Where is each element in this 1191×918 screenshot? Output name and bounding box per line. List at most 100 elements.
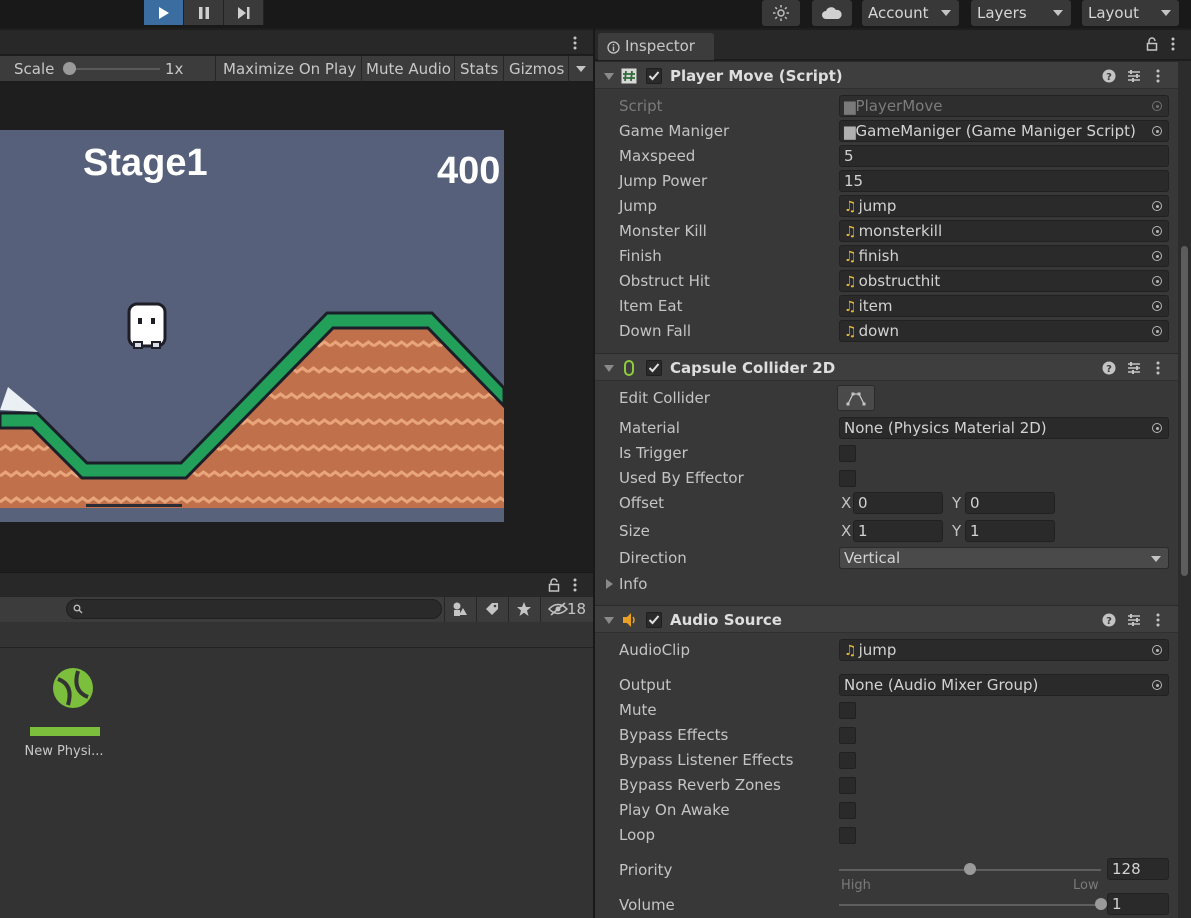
scale-slider-track[interactable] bbox=[70, 68, 160, 70]
star-icon[interactable] bbox=[516, 601, 532, 617]
size-y-label[interactable]: Y bbox=[952, 520, 961, 542]
account-dropdown[interactable]: Account bbox=[862, 0, 959, 26]
stats-toggle[interactable]: Stats bbox=[460, 56, 498, 82]
layers-dropdown[interactable]: Layers bbox=[971, 0, 1071, 26]
gizmos-dropdown-arrow-icon[interactable] bbox=[576, 66, 586, 72]
jump-clip-field[interactable]: ♫ jump bbox=[839, 195, 1169, 217]
player-move-header[interactable]: Player Move (Script) ? bbox=[595, 61, 1178, 89]
capsule-collider-enabled-checkbox[interactable] bbox=[646, 360, 662, 376]
priority-field[interactable]: 128 bbox=[1107, 858, 1169, 880]
cloud-button[interactable] bbox=[812, 0, 852, 26]
kebab-menu-icon[interactable] bbox=[1168, 37, 1178, 51]
obstruct-hit-clip-field[interactable]: ♫ obstructhit bbox=[839, 270, 1169, 292]
audioclip-field[interactable]: ♫ jump bbox=[839, 639, 1169, 661]
foldout-arrow-icon[interactable] bbox=[604, 73, 614, 80]
presets-icon[interactable] bbox=[1127, 69, 1141, 83]
component-menu-icon[interactable] bbox=[1151, 361, 1165, 375]
capsule-collider-header[interactable]: Capsule Collider 2D ? bbox=[595, 353, 1178, 381]
object-picker-icon[interactable] bbox=[1146, 271, 1168, 291]
pause-button[interactable] bbox=[184, 0, 224, 25]
volume-slider-knob[interactable] bbox=[1095, 898, 1107, 910]
offset-y-label[interactable]: Y bbox=[952, 492, 961, 514]
bypass-effects-checkbox[interactable] bbox=[839, 727, 856, 744]
edit-collider-button[interactable] bbox=[837, 385, 875, 411]
game-maniger-label: Game Maniger bbox=[619, 122, 730, 140]
is-trigger-checkbox[interactable] bbox=[839, 445, 856, 462]
presets-icon[interactable] bbox=[1127, 613, 1141, 627]
bypass-listener-effects-checkbox[interactable] bbox=[839, 752, 856, 769]
down-fall-clip-field[interactable]: ♫ down bbox=[839, 320, 1169, 342]
help-icon[interactable]: ? bbox=[1102, 361, 1116, 375]
audio-clip-icon: ♫ bbox=[844, 643, 857, 659]
info-foldout-row[interactable]: Info bbox=[595, 572, 1178, 596]
mute-checkbox[interactable] bbox=[839, 702, 856, 719]
layout-dropdown[interactable]: Layout bbox=[1082, 0, 1179, 26]
finish-clip-field[interactable]: ♫ finish bbox=[839, 245, 1169, 267]
lock-icon[interactable] bbox=[548, 578, 560, 592]
size-x-field[interactable]: 1 bbox=[853, 520, 943, 542]
size-x-label[interactable]: X bbox=[841, 520, 851, 542]
object-picker-icon[interactable] bbox=[1146, 121, 1168, 141]
filter-by-type-icon[interactable] bbox=[452, 601, 468, 617]
play-on-awake-checkbox[interactable] bbox=[839, 802, 856, 819]
player-sprite bbox=[127, 302, 167, 349]
offset-x-field[interactable]: 0 bbox=[853, 492, 943, 514]
object-picker-icon[interactable] bbox=[1146, 675, 1168, 695]
presets-icon[interactable] bbox=[1127, 361, 1141, 375]
tag-icon[interactable] bbox=[484, 601, 500, 617]
kebab-menu-icon[interactable] bbox=[570, 36, 580, 50]
inspector-scrollbar-thumb[interactable] bbox=[1181, 246, 1188, 576]
loop-checkbox[interactable] bbox=[839, 827, 856, 844]
volume-field[interactable]: 1 bbox=[1107, 893, 1169, 915]
mute-audio-toggle[interactable]: Mute Audio bbox=[366, 56, 451, 82]
help-icon[interactable]: ? bbox=[1102, 69, 1116, 83]
used-by-effector-checkbox[interactable] bbox=[839, 470, 856, 487]
object-picker-icon[interactable] bbox=[1146, 196, 1168, 216]
inspector-scrollbar[interactable] bbox=[1178, 61, 1191, 918]
project-search-input[interactable] bbox=[66, 599, 442, 619]
direction-dropdown[interactable]: Vertical bbox=[839, 547, 1169, 569]
component-menu-icon[interactable] bbox=[1151, 613, 1165, 627]
size-y-field[interactable]: 1 bbox=[965, 520, 1055, 542]
maximize-on-play-toggle[interactable]: Maximize On Play bbox=[223, 56, 356, 82]
priority-slider-knob[interactable] bbox=[964, 863, 976, 875]
game-render[interactable]: Stage1 400 bbox=[0, 130, 506, 522]
help-icon[interactable]: ? bbox=[1102, 613, 1116, 627]
offset-y-field[interactable]: 0 bbox=[965, 492, 1055, 514]
component-menu-icon[interactable] bbox=[1151, 69, 1165, 83]
inspector-tab-label: Inspector bbox=[625, 37, 695, 55]
object-picker-icon[interactable] bbox=[1146, 640, 1168, 660]
jump-power-field[interactable]: 15 bbox=[839, 170, 1169, 192]
step-button[interactable] bbox=[224, 0, 264, 25]
audio-source-enabled-checkbox[interactable] bbox=[646, 612, 662, 628]
monster-kill-clip-field[interactable]: ♫ monsterkill bbox=[839, 220, 1169, 242]
bypass-reverb-zones-checkbox[interactable] bbox=[839, 777, 856, 794]
material-field[interactable]: None (Physics Material 2D) bbox=[839, 417, 1169, 439]
output-field[interactable]: None (Audio Mixer Group) bbox=[839, 674, 1169, 696]
audio-source-header[interactable]: Audio Source ? bbox=[595, 605, 1178, 633]
object-picker-icon[interactable] bbox=[1146, 418, 1168, 438]
divider bbox=[215, 56, 216, 82]
foldout-arrow-icon[interactable] bbox=[604, 617, 614, 624]
play-button[interactable] bbox=[144, 0, 184, 25]
object-picker-icon[interactable] bbox=[1146, 246, 1168, 266]
tab-inspector[interactable]: Inspector bbox=[598, 33, 714, 60]
item-eat-clip-field[interactable]: ♫ item bbox=[839, 295, 1169, 317]
offset-x-label[interactable]: X bbox=[841, 492, 851, 514]
player-move-enabled-checkbox[interactable] bbox=[646, 68, 662, 84]
hidden-eye-icon[interactable] bbox=[548, 602, 568, 616]
game-maniger-field[interactable]: ▆GameManiger (Game Maniger Script) bbox=[839, 120, 1169, 142]
lighting-button[interactable] bbox=[762, 0, 800, 26]
foldout-right-arrow-icon[interactable] bbox=[606, 579, 613, 589]
maxspeed-field[interactable]: 5 bbox=[839, 145, 1169, 167]
volume-row: Volume 1 bbox=[595, 893, 1178, 917]
kebab-menu-icon[interactable] bbox=[570, 578, 580, 592]
object-picker-icon[interactable] bbox=[1146, 321, 1168, 341]
gizmos-toggle[interactable]: Gizmos bbox=[509, 56, 564, 82]
object-picker-icon[interactable] bbox=[1146, 221, 1168, 241]
lock-icon[interactable] bbox=[1146, 37, 1158, 51]
foldout-arrow-icon[interactable] bbox=[604, 365, 614, 372]
volume-slider-track[interactable] bbox=[839, 904, 1101, 906]
object-picker-icon[interactable] bbox=[1146, 296, 1168, 316]
scale-slider-knob[interactable] bbox=[63, 62, 76, 75]
